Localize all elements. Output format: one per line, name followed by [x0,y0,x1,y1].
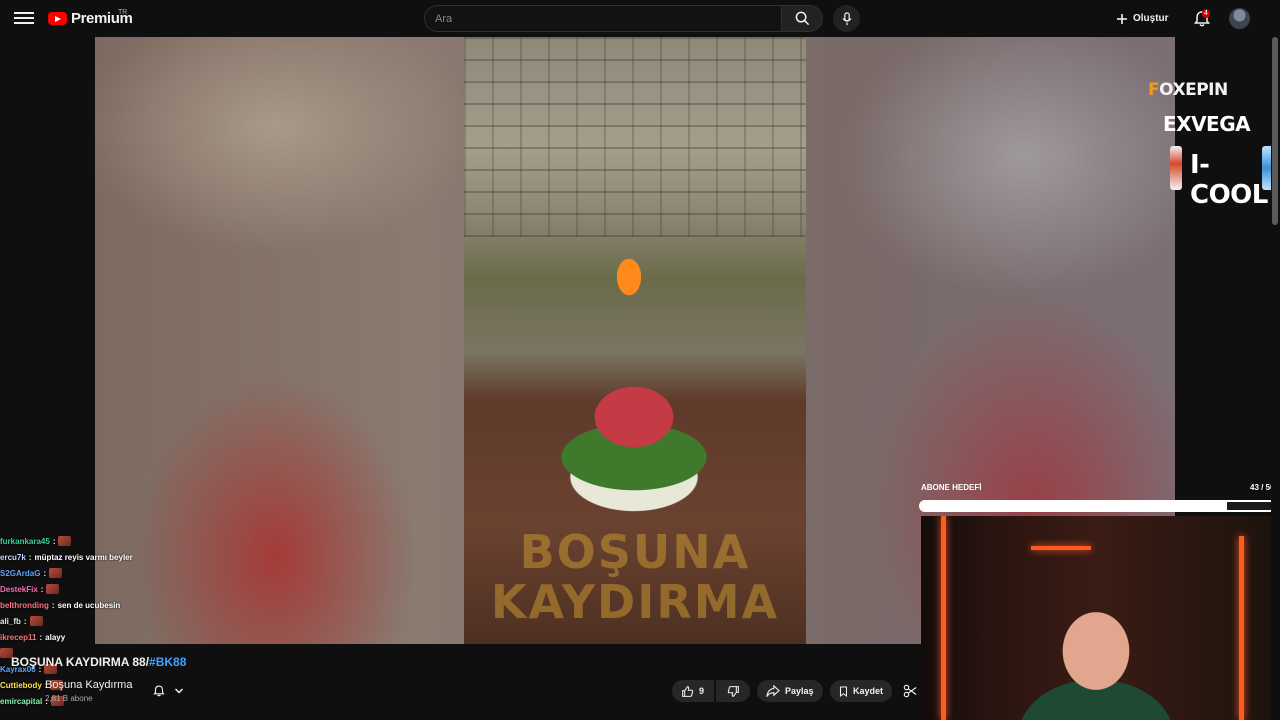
chat-username: belthronding [0,600,49,610]
chat-text: müptaz reyis varmı beyler [34,552,133,562]
chat-separator: : [43,568,47,578]
chat-username: ercu7k [0,552,26,562]
video-watermark-line2: KAYDIRMA [490,575,780,629]
notification-badge: 4 [1202,9,1210,18]
icool-can-icon [1170,146,1182,190]
microphone-icon [842,11,851,25]
neon-light-strip [941,516,946,720]
chat-separator: : [40,584,44,594]
subscriber-goal-fill [921,502,1228,510]
chat-username: emircapital [0,696,43,706]
chat-username: furkankara45 [0,536,50,546]
chat-message: DestekFix: [0,581,170,597]
streamer-webcam [921,516,1280,720]
chat-message: ercu7k: müptaz reyis varmı beyler [0,549,170,565]
chat-emote-icon [49,568,63,578]
channel-name[interactable]: Boşuna Kaydırma [45,679,132,691]
like-count: 9 [699,686,705,696]
bookmark-icon [839,685,848,697]
chat-username: DestekFix [0,584,38,594]
menu-icon[interactable] [14,9,34,29]
chat-emote-icon [46,584,60,594]
chat-text: alayy [45,632,66,642]
sponsor-exvega-logo: EXVEGA [1163,112,1251,136]
thumbs-up-icon [682,685,694,697]
video-title: BOŞUNA KAYDIRMA 88/#BK88 [11,655,187,669]
save-button[interactable]: Kaydet [830,680,892,702]
scrollbar-thumb[interactable] [1272,37,1278,225]
chat-message: S2GArdaG: [0,565,170,581]
thumbs-down-icon [727,685,739,697]
voice-search-button[interactable] [833,5,860,32]
sponsor-foxepin-logo: FOXEPIN [1148,80,1228,100]
search-icon [795,11,809,26]
chat-message: belthronding: sen de ucubesin [0,597,170,613]
chat-username: ali_fb [0,616,21,626]
chat-separator: : [51,600,55,610]
chat-separator: : [52,536,56,546]
share-label: Paylaş [785,686,814,696]
clip-button[interactable] [899,680,921,702]
channel-subscriber-count: 2,81 B abone [45,694,93,703]
bell-icon [153,685,165,697]
account-avatar[interactable] [1229,8,1250,29]
create-button[interactable]: Oluştur [1116,8,1169,29]
chat-emote-icon [29,616,43,626]
youtube-play-icon [48,12,67,25]
neon-light-strip [1031,546,1091,550]
search-input[interactable] [425,6,781,31]
like-button[interactable]: 9 [672,680,714,702]
stone-wall-background [464,37,806,237]
video-hashtag-link[interactable]: #BK88 [149,655,186,669]
create-label: Oluştur [1133,13,1169,24]
scissors-icon [903,684,917,698]
chat-text: sen de ucubesin [57,600,121,610]
top-bar: Premium TR Oluştur 4 [0,0,1280,37]
chat-message: furkankara45: [0,533,170,549]
plus-icon [1117,13,1127,24]
chat-message: ikrecep11: alayy [0,629,170,645]
dislike-button[interactable] [716,680,750,702]
share-icon [766,685,780,697]
search-box [424,5,782,32]
country-code: TR [118,9,128,16]
video-frame: BOŞUNA KAYDIRMA [464,37,806,644]
chevron-down-icon [174,688,184,694]
video-watermark-line1: BOŞUNA [519,525,751,579]
chat-separator: : [23,616,27,626]
chat-separator: : [39,632,43,642]
chat-username: ikrecep11 [0,632,37,642]
chat-username: Cuttiebody [0,680,42,690]
chat-emote-icon [58,536,72,546]
subscription-notification-button[interactable] [152,681,196,701]
chat-username: S2GArdaG [0,568,41,578]
subscriber-goal-label: ABONE HEDEFİ [921,483,982,492]
subscriber-goal-bar [919,500,1279,512]
save-label: Kaydet [852,686,883,696]
search-button[interactable] [781,5,823,32]
neon-light-strip [1239,536,1244,720]
chat-message: ali_fb: [0,613,170,629]
chat-separator: : [28,552,32,562]
share-button[interactable]: Paylaş [757,680,823,702]
